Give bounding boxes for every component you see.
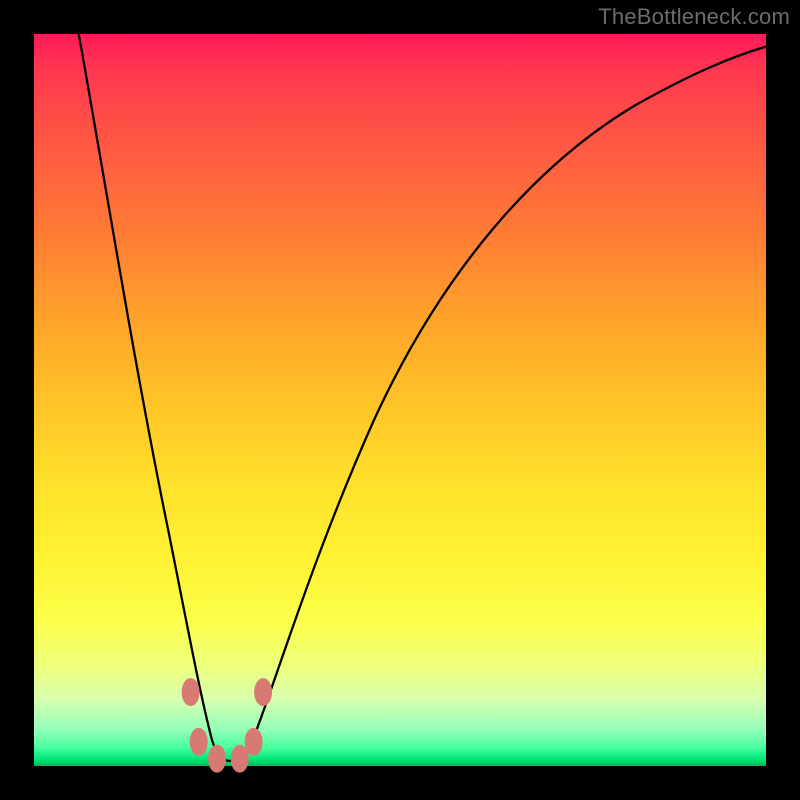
curve-marker	[208, 745, 226, 773]
curve-marker	[245, 728, 263, 756]
chart-frame: TheBottleneck.com	[0, 0, 800, 800]
bottleneck-curve-path	[78, 30, 768, 761]
watermark-text: TheBottleneck.com	[598, 4, 790, 30]
curve-marker	[182, 678, 200, 706]
curve-marker	[254, 678, 272, 706]
curve-marker	[190, 728, 208, 756]
plot-area	[34, 34, 766, 766]
chart-svg	[34, 34, 766, 766]
